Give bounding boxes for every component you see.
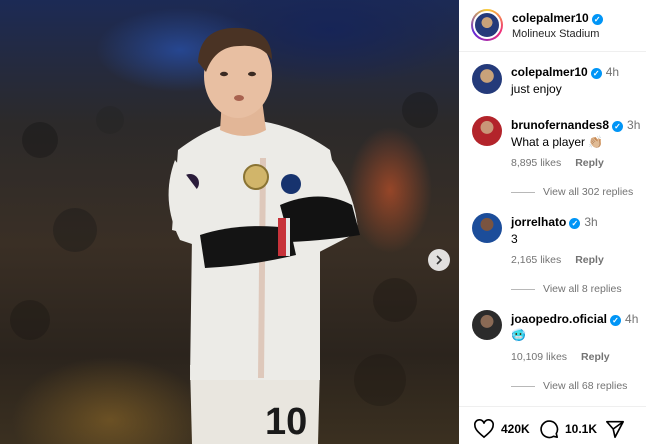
view-replies-button[interactable]: View all 8 replies <box>511 283 622 295</box>
comment-avatar[interactable] <box>472 116 502 146</box>
comment-icon <box>540 420 559 439</box>
author-avatar[interactable] <box>471 9 503 41</box>
comment-avatar[interactable] <box>472 213 502 243</box>
share-icon <box>606 420 624 438</box>
reply-button[interactable]: Reply <box>575 254 604 266</box>
comment-button[interactable]: 10.1K <box>539 419 597 439</box>
caption-author[interactable]: colepalmer10 ✓ 4h <box>511 65 619 79</box>
verified-badge-icon: ✓ <box>569 218 581 229</box>
shirt-number: 10 <box>265 401 307 443</box>
like-button[interactable]: 420K <box>473 419 530 439</box>
post-header: colepalmer10 ✓ Molineux Stadium <box>459 0 646 52</box>
comment-meta: 2,165 likes Reply <box>511 254 618 266</box>
caption-text: just enjoy <box>511 82 562 96</box>
comment-likes[interactable]: 8,895 likes <box>511 157 561 169</box>
view-replies-button[interactable]: View all 302 replies <box>511 186 633 198</box>
comment-meta: 10,109 likes Reply <box>511 351 624 363</box>
verified-badge-icon: ✓ <box>591 14 603 25</box>
comment-text: 3 <box>511 232 518 246</box>
comment-text: 🥶 <box>511 328 526 342</box>
comment-author[interactable]: jorrelhato ✓ 3h <box>511 215 598 229</box>
comment-likes[interactable]: 10,109 likes <box>511 351 567 363</box>
divider-line <box>511 288 535 290</box>
comment-author[interactable]: brunofernandes8 ✓ 3h <box>511 118 640 132</box>
post-side-panel: colepalmer10 ✓ Molineux Stadium colepalme… <box>459 0 646 444</box>
comment-meta: 8,895 likes Reply <box>511 157 618 169</box>
chevron-right-icon <box>436 255 443 265</box>
verified-badge-icon: ✓ <box>612 121 624 132</box>
divider-line <box>511 385 535 387</box>
likes-count: 420K <box>501 422 530 436</box>
comment-author[interactable]: joaopedro.oficial ✓ 4h <box>511 312 638 326</box>
reply-button[interactable]: Reply <box>581 351 610 363</box>
divider-line <box>511 191 535 193</box>
post-location[interactable]: Molineux Stadium <box>512 28 599 40</box>
comment-likes[interactable]: 2,165 likes <box>511 254 561 266</box>
author-username[interactable]: colepalmer10 ✓ <box>512 11 603 25</box>
caption-avatar[interactable] <box>472 64 502 94</box>
share-button[interactable] <box>605 419 631 439</box>
verified-badge-icon: ✓ <box>590 68 602 79</box>
next-image-button[interactable] <box>428 249 450 271</box>
verified-badge-icon: ✓ <box>610 315 622 326</box>
reply-button[interactable]: Reply <box>575 157 604 169</box>
caption-time: 4h <box>605 65 620 79</box>
player-figure: 10 <box>10 27 438 444</box>
heart-icon <box>474 419 494 439</box>
view-replies-button[interactable]: View all 68 replies <box>511 380 627 392</box>
comments-count: 10.1K <box>565 422 598 436</box>
action-bar: 420K 10.1K <box>459 406 646 444</box>
comment-avatar[interactable] <box>472 310 502 340</box>
post-photo: 10 <box>0 0 459 444</box>
comment-text: What a player 👏🏼 <box>511 135 604 149</box>
